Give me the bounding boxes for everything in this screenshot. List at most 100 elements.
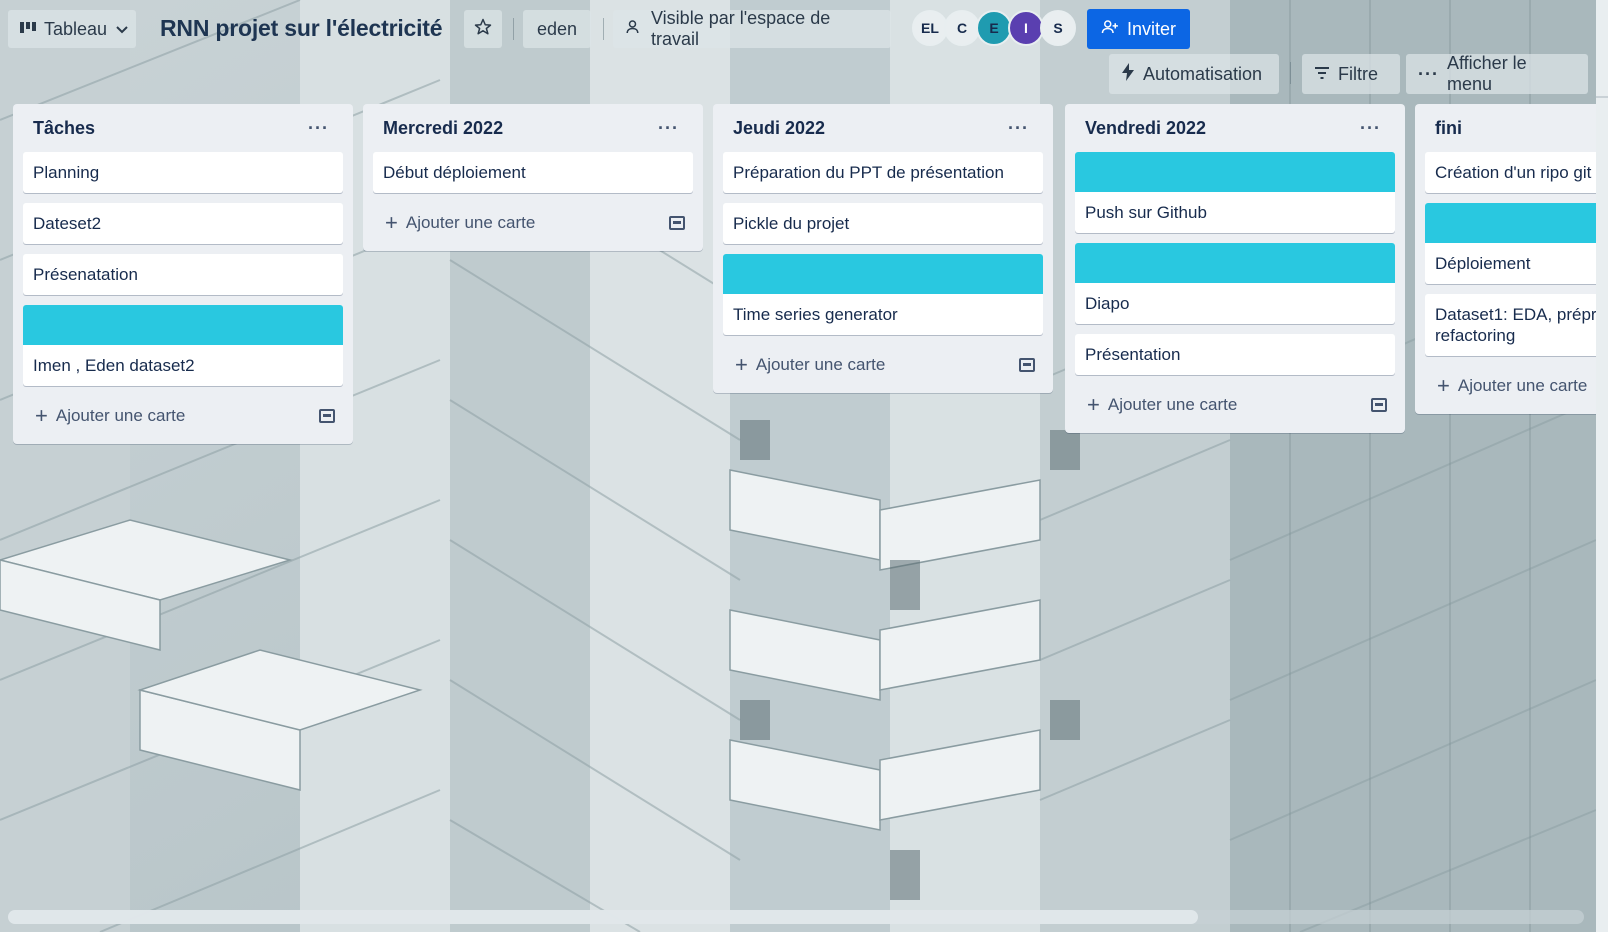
add-card-row: + Ajouter une carte xyxy=(373,203,693,243)
automation-button[interactable]: Automatisation xyxy=(1109,54,1279,94)
add-card-button[interactable]: + Ajouter une carte xyxy=(735,354,885,376)
view-switcher-label: Tableau xyxy=(44,18,108,39)
plus-icon: + xyxy=(735,352,748,377)
card[interactable]: Préparation du PPT de présentation xyxy=(723,152,1043,193)
list-header: fini xyxy=(1425,104,1608,152)
add-card-row: + Ajouter une carte xyxy=(723,345,1043,385)
list-jeudi: Jeudi 2022 ··· Préparation du PPT de pré… xyxy=(713,104,1053,393)
add-card-button[interactable]: + Ajouter une carte xyxy=(385,212,535,234)
star-button[interactable] xyxy=(464,10,502,48)
card[interactable]: Présentation xyxy=(1075,334,1395,375)
list-menu-icon[interactable]: ··· xyxy=(1356,114,1385,143)
member-avatar[interactable]: I xyxy=(1008,10,1044,46)
card[interactable]: Présenatation xyxy=(23,254,343,295)
filter-label: Filtre xyxy=(1338,63,1378,84)
card[interactable]: Dateset2 xyxy=(23,203,343,244)
card-title: Pickle du projet xyxy=(733,214,850,233)
card-title: Présenatation xyxy=(33,265,138,284)
list-menu-icon[interactable]: ··· xyxy=(1004,114,1033,143)
card[interactable]: Push sur Github xyxy=(1075,152,1395,233)
add-card-button[interactable]: + Ajouter une carte xyxy=(1437,375,1587,397)
card-title: Création d'un ripo git xyxy=(1435,163,1592,182)
card[interactable]: Dataset1: EDA, préprocessing, refactorin… xyxy=(1425,294,1608,356)
invite-button[interactable]: Inviter xyxy=(1087,9,1191,49)
list-header: Vendredi 2022 ··· xyxy=(1075,104,1395,152)
card-cover xyxy=(23,305,343,345)
ellipsis-icon: ··· xyxy=(1418,63,1439,84)
scrollbar-thumb[interactable] xyxy=(8,910,1198,924)
card[interactable]: Planning xyxy=(23,152,343,193)
add-card-label: Ajouter une carte xyxy=(55,406,186,425)
header-divider xyxy=(1290,62,1291,84)
card-title: Dateset2 xyxy=(33,214,102,233)
card[interactable]: Diapo xyxy=(1075,243,1395,324)
list-menu-icon[interactable]: ··· xyxy=(304,114,333,143)
card-template-icon[interactable] xyxy=(1019,358,1035,372)
list-title[interactable]: Vendredi 2022 xyxy=(1085,118,1206,139)
card-template-icon[interactable] xyxy=(1371,398,1387,412)
add-card-row: + Ajouter une carte xyxy=(23,396,343,436)
show-menu-button[interactable]: ··· Afficher le menu xyxy=(1406,53,1588,94)
board-view-icon xyxy=(20,19,36,40)
lightning-icon xyxy=(1121,62,1135,86)
view-switcher-button[interactable]: Tableau xyxy=(8,10,136,48)
member-avatars: EL C E I S xyxy=(912,10,1076,46)
member-avatar[interactable]: EL xyxy=(912,10,948,46)
card-cover xyxy=(1425,203,1608,243)
workspace-label: eden xyxy=(536,18,578,39)
window-edge xyxy=(1596,0,1608,932)
list-header: Mercredi 2022 ··· xyxy=(373,104,693,152)
member-avatar[interactable]: E xyxy=(976,10,1012,46)
plus-icon: + xyxy=(1437,373,1450,398)
list-fini: fini Création d'un ripo git Déploiement … xyxy=(1415,104,1608,414)
card[interactable]: Début déploiement xyxy=(373,152,693,193)
card-cover xyxy=(1075,152,1395,192)
visibility-button[interactable]: Visible par l'espace de travail xyxy=(613,8,891,49)
card-template-icon[interactable] xyxy=(669,216,685,230)
horizontal-scrollbar[interactable] xyxy=(8,910,1584,924)
list-header: Jeudi 2022 ··· xyxy=(723,104,1043,152)
add-card-row: + Ajouter une carte xyxy=(1075,385,1395,425)
filter-button[interactable]: Filtre xyxy=(1302,54,1400,94)
list-title[interactable]: fini xyxy=(1435,118,1462,139)
list-title[interactable]: Jeudi 2022 xyxy=(733,118,825,139)
add-card-button[interactable]: + Ajouter une carte xyxy=(35,405,185,427)
card-title: Présentation xyxy=(1085,345,1181,364)
list-taches: Tâches ··· Planning Dateset2 Présenatati… xyxy=(13,104,353,444)
people-icon xyxy=(625,18,643,41)
card[interactable]: Time series generator xyxy=(723,254,1043,335)
card-title: Préparation du PPT de présentation xyxy=(733,163,1004,182)
star-icon xyxy=(474,18,492,41)
list-menu-icon[interactable]: ··· xyxy=(654,114,683,143)
member-avatar[interactable]: S xyxy=(1040,10,1076,46)
board-title[interactable]: RNN projet sur l'électricité xyxy=(156,13,446,44)
add-card-label: Ajouter une carte xyxy=(1457,376,1588,395)
add-card-button[interactable]: + Ajouter une carte xyxy=(1087,394,1237,416)
plus-icon: + xyxy=(1087,392,1100,417)
card-title: Dataset1: EDA, préprocessing, refactorin… xyxy=(1435,305,1608,345)
list-title[interactable]: Tâches xyxy=(33,118,95,139)
add-person-icon xyxy=(1101,18,1119,41)
member-avatar[interactable]: C xyxy=(944,10,980,46)
card-title: Planning xyxy=(33,163,100,182)
header-divider xyxy=(603,18,604,40)
card[interactable]: Pickle du projet xyxy=(723,203,1043,244)
card-title: Push sur Github xyxy=(1085,203,1207,222)
card[interactable]: Déploiement xyxy=(1425,203,1608,284)
list-mercredi: Mercredi 2022 ··· Début déploiement + Ajo… xyxy=(363,104,703,251)
card-title: Début déploiement xyxy=(383,163,526,182)
card-template-icon[interactable] xyxy=(319,409,335,423)
visibility-label: Visible par l'espace de travail xyxy=(651,8,831,49)
add-card-label: Ajouter une carte xyxy=(405,213,536,232)
card[interactable]: Imen , Eden dataset2 xyxy=(23,305,343,386)
card-title: Déploiement xyxy=(1435,254,1531,273)
card-title: Time series generator xyxy=(733,305,898,324)
workspace-button[interactable]: eden xyxy=(523,10,591,48)
add-card-label: Ajouter une carte xyxy=(1107,395,1238,414)
list-vendredi: Vendredi 2022 ··· Push sur Github Diapo … xyxy=(1065,104,1405,433)
window-edge-tick xyxy=(1596,96,1608,98)
list-title[interactable]: Mercredi 2022 xyxy=(383,118,503,139)
chevron-down-icon xyxy=(115,19,129,40)
card-cover xyxy=(1075,243,1395,283)
card[interactable]: Création d'un ripo git xyxy=(1425,152,1608,193)
